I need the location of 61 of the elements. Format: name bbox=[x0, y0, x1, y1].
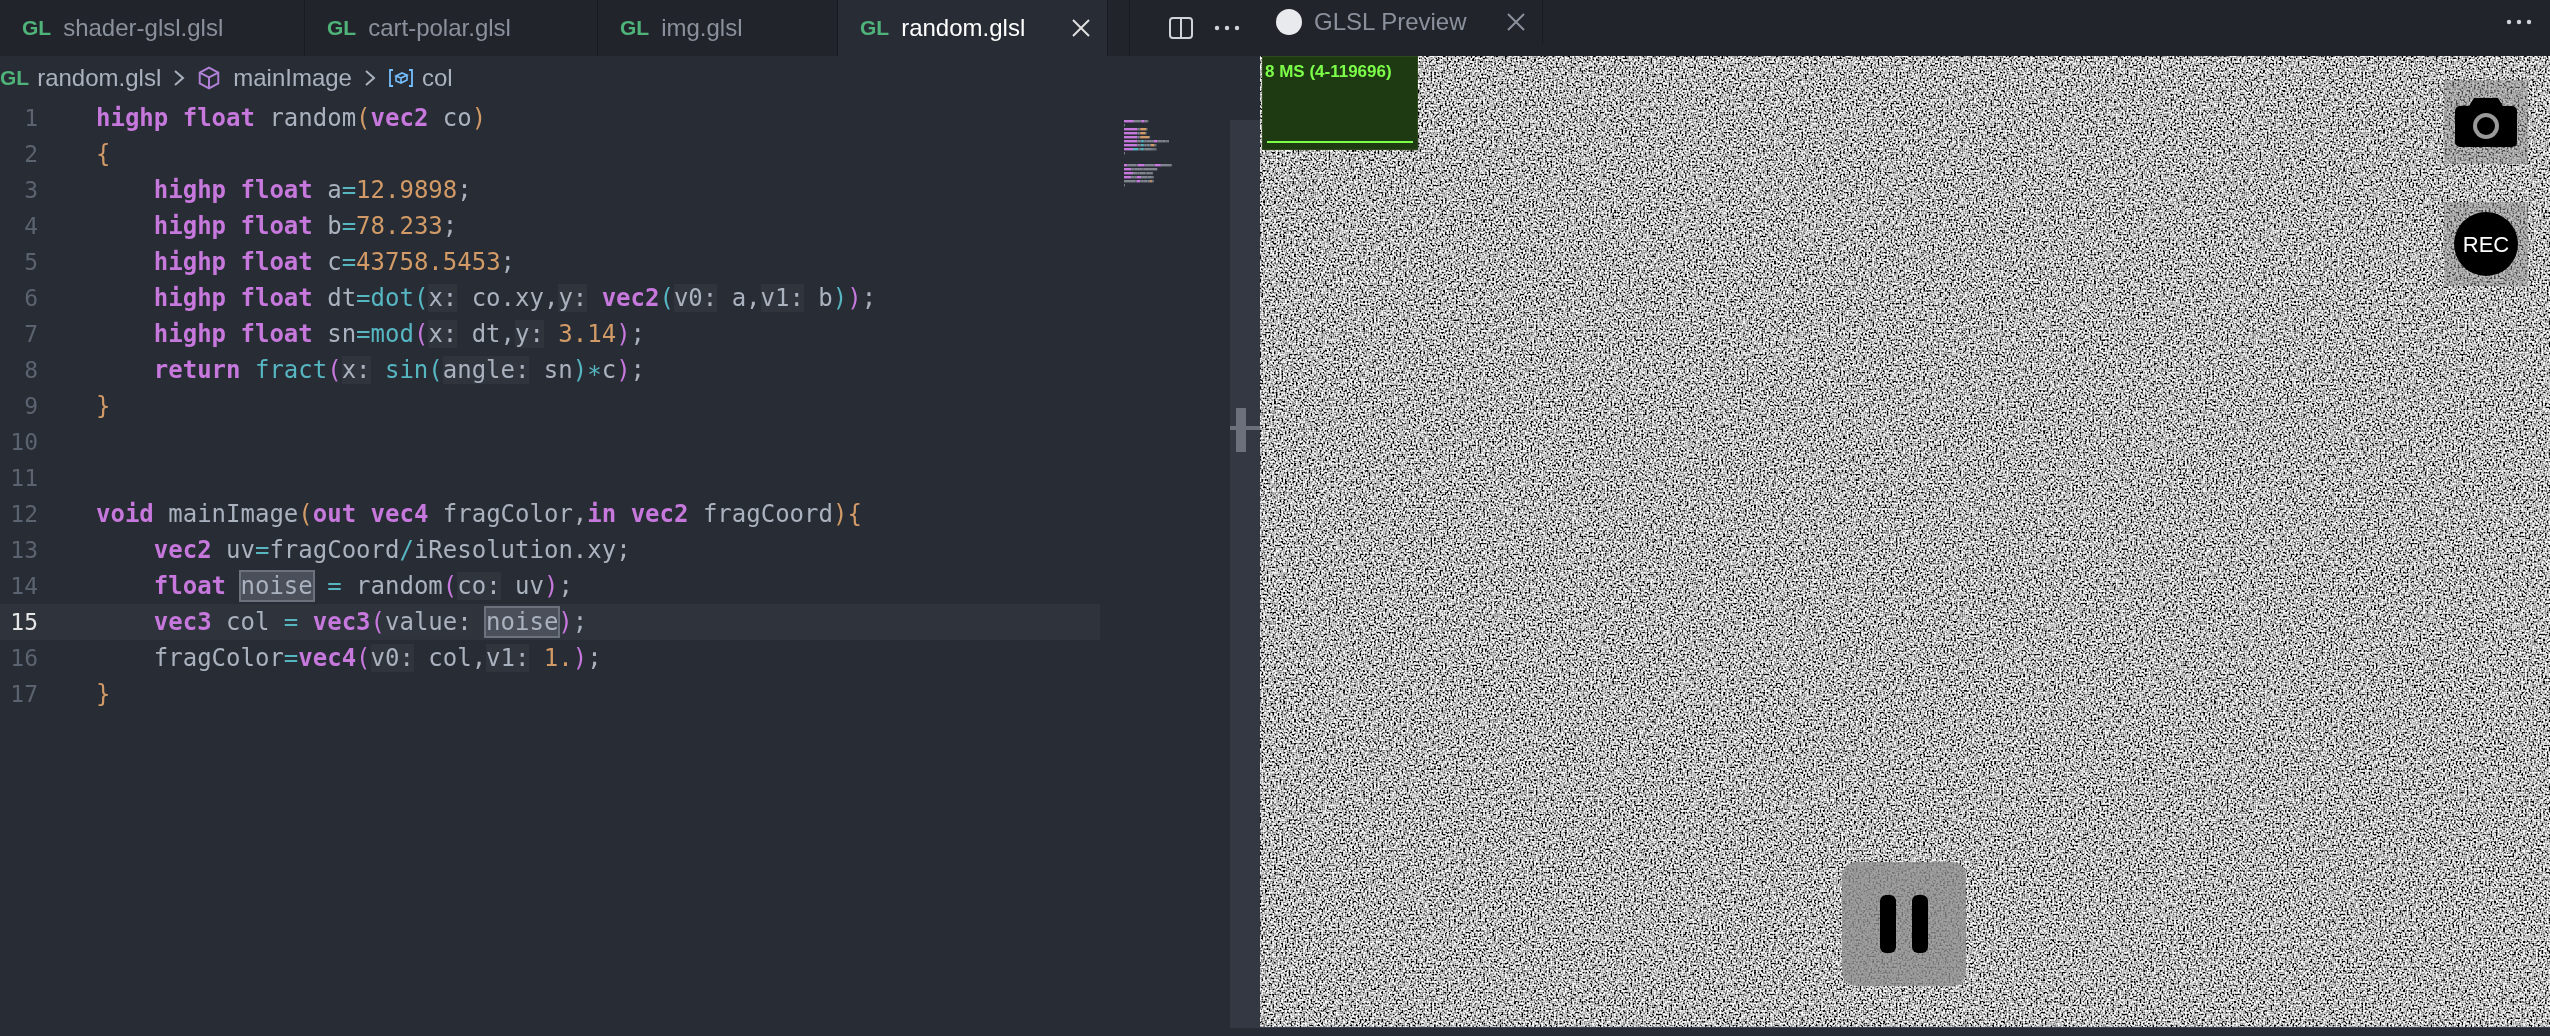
line-number: 15 bbox=[9, 608, 39, 637]
line-number: 14 bbox=[9, 572, 39, 601]
line-number: 4 bbox=[23, 212, 39, 241]
glsl-file-icon: GL bbox=[327, 12, 357, 44]
breadcrumb-item[interactable]: col bbox=[421, 60, 453, 96]
code-line: vec2 uv=fragCoord/iResolution.xy; bbox=[152, 535, 631, 566]
breadcrumb-item[interactable]: mainImage bbox=[233, 60, 352, 96]
code-line: vec3 col = vec3(value: noise); bbox=[152, 607, 588, 638]
chevron-icon bbox=[363, 69, 376, 87]
tab-label[interactable]: GLSL Preview bbox=[1314, 4, 1467, 40]
code-line: highp float dt=dot(x: co.xy,y: vec2(v0: a,v1: b)); bbox=[152, 283, 877, 314]
line-number: 3 bbox=[23, 176, 39, 205]
line-number: 16 bbox=[9, 644, 39, 673]
record-button[interactable]: REC bbox=[2444, 202, 2528, 286]
code-line: highp float c=43758.5453; bbox=[152, 247, 516, 278]
more-actions-icon[interactable] bbox=[1214, 24, 1240, 32]
line-number: 1 bbox=[23, 104, 39, 133]
code-line: float noise = random(co: uv); bbox=[152, 571, 573, 602]
tab-label: cart-polar.glsl bbox=[368, 13, 511, 43]
line-number: 12 bbox=[9, 500, 39, 529]
code-line: } bbox=[96, 391, 111, 422]
pause-button[interactable] bbox=[1842, 862, 1966, 986]
line-number: 10 bbox=[9, 428, 39, 457]
variable-icon bbox=[387, 68, 414, 88]
line-number: 17 bbox=[9, 680, 39, 709]
code-line: highp float random(vec2 co) bbox=[96, 103, 487, 134]
chevron-icon bbox=[173, 69, 186, 87]
code-line: } bbox=[96, 679, 111, 710]
line-number: 13 bbox=[9, 536, 39, 565]
code-line: highp float b=78.233; bbox=[152, 211, 458, 242]
line-number: 11 bbox=[9, 464, 39, 493]
tab-label: random.glsl bbox=[901, 13, 1026, 43]
close-icon[interactable] bbox=[1506, 12, 1526, 32]
code-line: fragColor=vec4(v0: col,v1: 1.); bbox=[152, 643, 602, 674]
code-line: return fract(x: sin(angle: sn)∗c); bbox=[152, 355, 646, 386]
glsl-file-icon: GL bbox=[0, 62, 30, 94]
line-number: 2 bbox=[23, 140, 39, 169]
preview-logo-icon bbox=[1276, 9, 1302, 35]
code-line: highp float sn=mod(x: dt,y: 3.14); bbox=[152, 319, 646, 350]
line-number: 6 bbox=[23, 284, 39, 313]
glsl-file-icon: GL bbox=[860, 12, 890, 44]
pause-icon bbox=[1880, 895, 1928, 953]
tab-label: shader-glsl.glsl bbox=[63, 13, 224, 43]
glsl-file-icon: GL bbox=[620, 12, 650, 44]
code-line: void mainImage(out vec4 fragColor,in vec2 fragCoord){ bbox=[96, 499, 862, 530]
glsl-file-icon: GL bbox=[22, 12, 52, 44]
breadcrumb-item[interactable]: random.glsl bbox=[37, 60, 162, 96]
more-actions-icon[interactable] bbox=[2506, 18, 2532, 26]
editor-tab[interactable]: GL random.glsl bbox=[838, 0, 1108, 56]
line-number: 5 bbox=[23, 248, 39, 277]
tab-label: img.glsl bbox=[661, 13, 743, 43]
line-number: 7 bbox=[23, 320, 39, 349]
screenshot-button[interactable] bbox=[2444, 80, 2528, 164]
frame-time-label: 8 MS (4-119696) bbox=[1264, 61, 1393, 83]
code-line: { bbox=[96, 139, 111, 170]
sash-handle[interactable] bbox=[1236, 408, 1246, 452]
code-line: highp float a=12.9898; bbox=[152, 175, 472, 206]
line-number: 9 bbox=[23, 392, 39, 421]
split-editor-icon[interactable] bbox=[1168, 15, 1194, 41]
cube-icon bbox=[197, 66, 222, 90]
line-number: 8 bbox=[23, 356, 39, 385]
